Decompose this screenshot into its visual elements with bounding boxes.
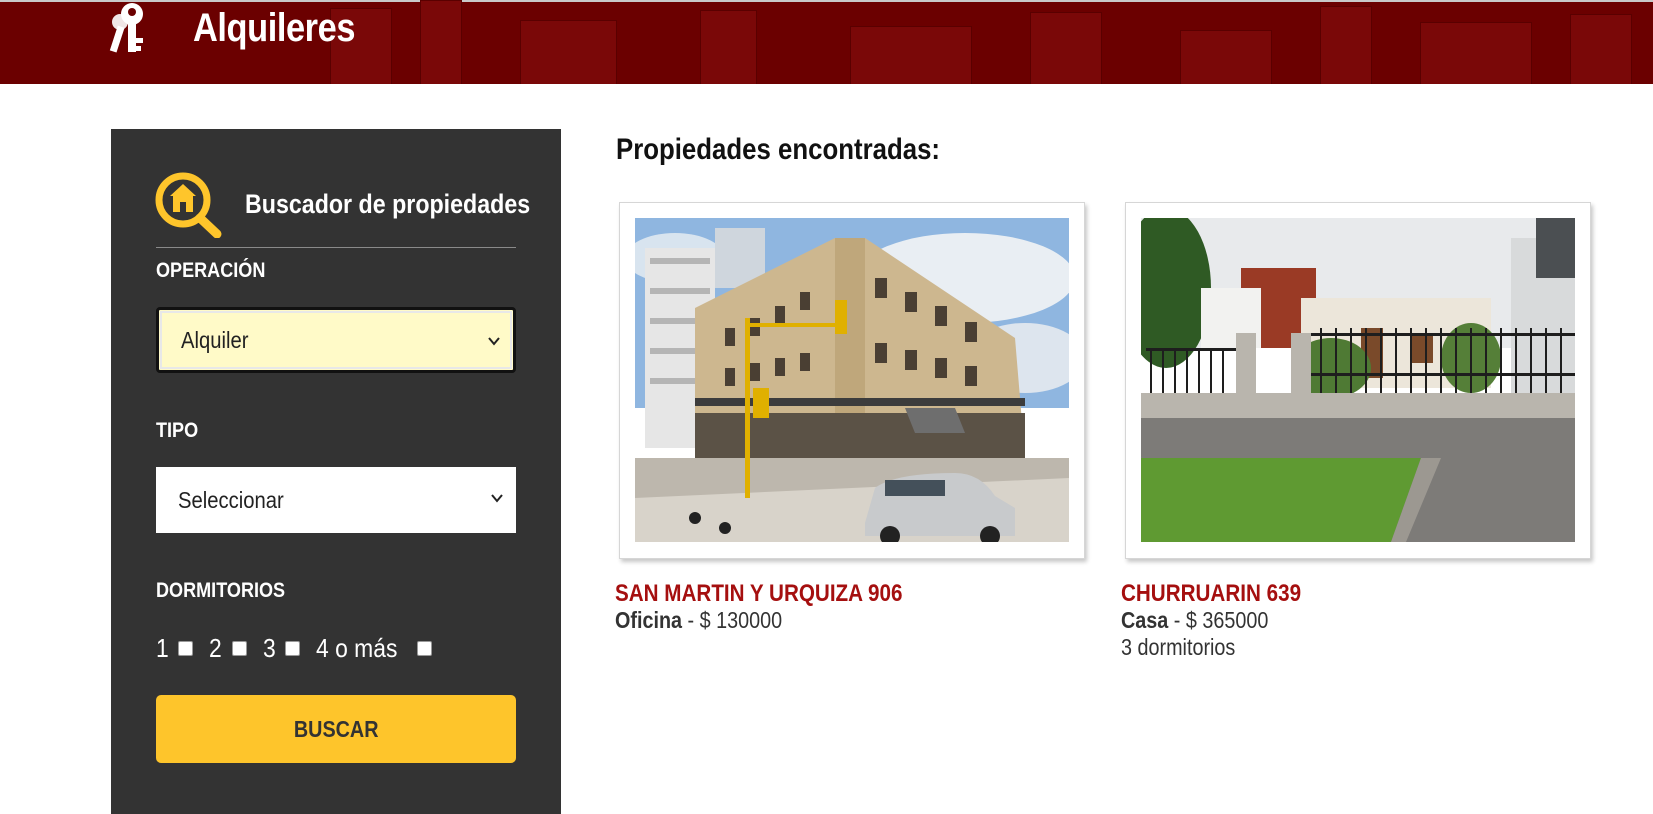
skyline-block <box>420 0 462 84</box>
house-search-icon <box>155 172 222 238</box>
skyline-block <box>1420 22 1532 84</box>
property-search-panel: Buscador de propiedades OPERACIÓN Alquil… <box>111 129 561 814</box>
property-type-price: Casa - $ 365000 <box>1121 607 1525 634</box>
operacion-select[interactable]: Alquiler <box>156 307 516 373</box>
tipo-select-value: Seleccionar <box>178 486 284 513</box>
dormitorios-options: 1 2 3 4 o más <box>156 631 448 665</box>
dormitorios-label: DORMITORIOS <box>156 579 286 602</box>
tipo-label: TIPO <box>156 419 199 442</box>
property-card[interactable] <box>1125 202 1591 559</box>
property-address-link[interactable]: CHURRUARIN 639 <box>1121 580 1525 607</box>
keys-icon <box>109 3 143 53</box>
property-price: - $ 365000 <box>1173 607 1269 633</box>
property-photo[interactable] <box>635 218 1069 542</box>
skyline-block <box>520 20 617 84</box>
header-top-line <box>0 0 1653 2</box>
skyline-block <box>1030 12 1102 84</box>
search-panel-title: Buscador de propiedades <box>245 189 531 219</box>
property-card[interactable] <box>619 202 1085 559</box>
operacion-label: OPERACIÓN <box>156 259 266 282</box>
dormitorios-checkbox-3[interactable] <box>285 640 301 656</box>
buscar-button[interactable]: BUSCAR <box>156 695 516 763</box>
results-title: Propiedades encontradas: <box>616 133 941 166</box>
dormitorios-checkbox-2[interactable] <box>231 640 247 656</box>
skyline-block <box>1180 30 1272 84</box>
property-info: CHURRUARIN 639 Casa - $ 365000 3 dormito… <box>1121 580 1591 661</box>
page-header: Alquileres <box>0 0 1653 84</box>
skyline-block <box>850 26 972 84</box>
skyline-block <box>1570 14 1632 84</box>
dormitorios-option-label: 4 o más <box>316 632 398 663</box>
panel-divider <box>156 247 516 248</box>
property-photo[interactable] <box>1141 218 1575 542</box>
tipo-select[interactable]: Seleccionar <box>156 467 516 533</box>
dormitorios-option-label: 2 <box>209 632 223 663</box>
chevron-down-icon <box>491 494 503 503</box>
property-bedrooms: 3 dormitorios <box>1121 634 1236 660</box>
buscar-button-label: BUSCAR <box>293 715 379 742</box>
property-address-link[interactable]: SAN MARTIN Y URQUIZA 906 <box>615 580 1019 607</box>
property-price: - $ 130000 <box>687 607 783 633</box>
dormitorios-checkbox-4-o-mas[interactable] <box>416 640 432 656</box>
dormitorios-option-label: 1 <box>156 632 169 663</box>
property-type: Oficina <box>615 607 683 633</box>
skyline-block <box>700 10 757 84</box>
property-info: SAN MARTIN Y URQUIZA 906 Oficina - $ 130… <box>615 580 1085 634</box>
operacion-select-value: Alquiler <box>181 326 249 353</box>
skyline-block <box>1320 6 1372 84</box>
property-type: Casa <box>1121 607 1169 633</box>
chevron-down-icon <box>488 337 500 346</box>
dormitorios-option-label: 3 <box>262 632 276 663</box>
page-title: Alquileres <box>193 6 356 50</box>
dormitorios-checkbox-1[interactable] <box>178 640 194 656</box>
property-type-price: Oficina - $ 130000 <box>615 607 1019 634</box>
